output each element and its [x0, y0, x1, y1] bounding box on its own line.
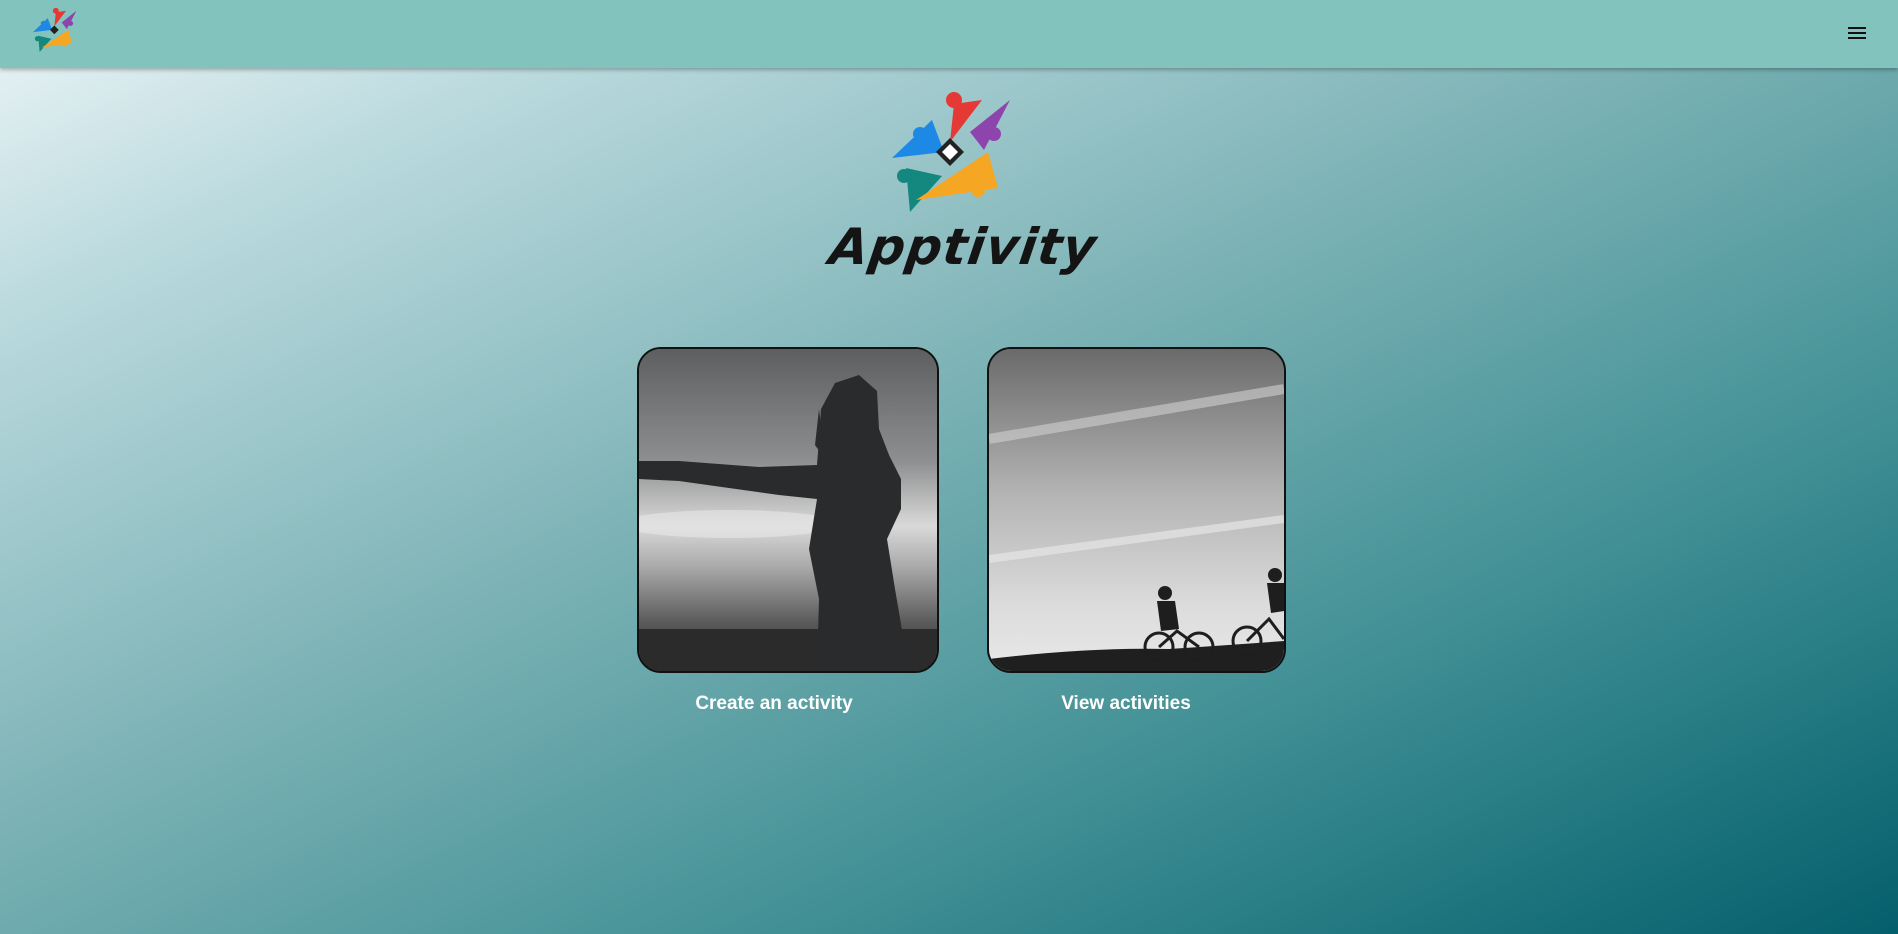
hamburger-menu-icon	[1848, 27, 1866, 39]
apptivity-star-logo-icon	[892, 90, 1017, 220]
apptivity-wordmark: Apptivity	[825, 218, 1101, 276]
top-navigation-bar	[0, 0, 1898, 68]
menu-button[interactable]	[1842, 20, 1872, 46]
view-activities-card[interactable]: View activities	[987, 347, 1286, 714]
create-activity-label[interactable]: Create an activity	[623, 693, 925, 715]
view-activities-label[interactable]: View activities	[975, 693, 1277, 715]
apptivity-logo-icon[interactable]	[33, 7, 79, 55]
hero-logo: Apptivity	[826, 90, 1101, 276]
woman-silhouette-photo[interactable]	[637, 347, 939, 673]
cyclists-silhouette-photo[interactable]	[987, 347, 1286, 673]
create-activity-card[interactable]: Create an activity	[637, 347, 939, 714]
